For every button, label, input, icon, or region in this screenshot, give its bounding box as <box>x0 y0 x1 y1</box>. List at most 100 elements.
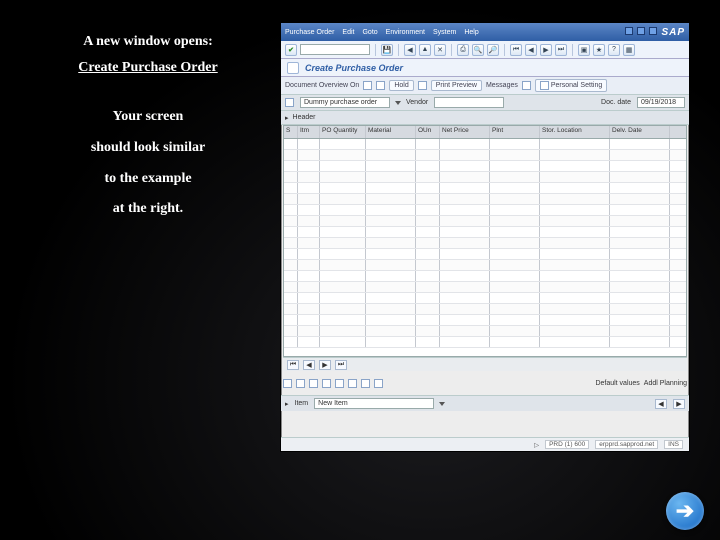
table-row[interactable] <box>284 326 686 337</box>
table-cell[interactable] <box>540 205 610 215</box>
col-storloc[interactable]: Stor. Location <box>540 126 610 138</box>
new-session-icon[interactable]: ▣ <box>578 44 590 56</box>
find-icon[interactable]: 🔍 <box>472 44 484 56</box>
table-cell[interactable] <box>540 304 610 314</box>
status-nav-icon[interactable]: ▷ <box>534 441 539 449</box>
info-icon[interactable] <box>522 81 531 90</box>
table-cell[interactable] <box>440 282 490 292</box>
table-row[interactable] <box>284 293 686 304</box>
table-cell[interactable] <box>284 304 298 314</box>
table-row[interactable] <box>284 282 686 293</box>
table-cell[interactable] <box>440 227 490 237</box>
table-cell[interactable] <box>490 216 540 226</box>
table-cell[interactable] <box>366 304 416 314</box>
table-row[interactable] <box>284 172 686 183</box>
table-cell[interactable] <box>320 282 366 292</box>
delete-icon[interactable] <box>322 379 331 388</box>
table-cell[interactable] <box>366 194 416 204</box>
table-cell[interactable] <box>298 183 320 193</box>
table-cell[interactable] <box>416 304 440 314</box>
hold-button[interactable]: Hold <box>389 80 413 91</box>
table-cell[interactable] <box>490 238 540 248</box>
table-cell[interactable] <box>284 326 298 336</box>
table-row[interactable] <box>284 161 686 172</box>
table-cell[interactable] <box>610 238 670 248</box>
table-cell[interactable] <box>610 326 670 336</box>
table-cell[interactable] <box>284 293 298 303</box>
table-cell[interactable] <box>440 172 490 182</box>
table-cell[interactable] <box>610 161 670 171</box>
table-cell[interactable] <box>490 205 540 215</box>
table-cell[interactable] <box>416 271 440 281</box>
copy-icon[interactable] <box>309 379 318 388</box>
table-cell[interactable] <box>490 282 540 292</box>
col-qty[interactable]: PO Quantity <box>320 126 366 138</box>
expand-header-icon[interactable]: ▸ <box>285 114 289 122</box>
save-icon[interactable]: 💾 <box>381 44 393 56</box>
table-cell[interactable] <box>298 293 320 303</box>
print-icon[interactable]: ⎙ <box>457 44 469 56</box>
table-cell[interactable] <box>440 183 490 193</box>
table-cell[interactable] <box>416 161 440 171</box>
table-cell[interactable] <box>610 260 670 270</box>
table-cell[interactable] <box>416 282 440 292</box>
table-cell[interactable] <box>284 161 298 171</box>
menu-edit[interactable]: Edit <box>342 29 354 36</box>
table-cell[interactable] <box>540 326 610 336</box>
table-cell[interactable] <box>320 150 366 160</box>
table-cell[interactable] <box>490 337 540 347</box>
find-next-icon[interactable]: 🔎 <box>487 44 499 56</box>
table-cell[interactable] <box>298 194 320 204</box>
table-cell[interactable] <box>416 183 440 193</box>
table-cell[interactable] <box>320 216 366 226</box>
lock-icon[interactable] <box>335 379 344 388</box>
item-prev-icon[interactable]: ◀ <box>655 399 667 409</box>
table-cell[interactable] <box>540 172 610 182</box>
menu-environment[interactable]: Environment <box>386 29 425 36</box>
table-cell[interactable] <box>610 172 670 182</box>
table-cell[interactable] <box>284 205 298 215</box>
table-cell[interactable] <box>416 337 440 347</box>
table-cell[interactable] <box>366 238 416 248</box>
table-cell[interactable] <box>440 260 490 270</box>
table-cell[interactable] <box>284 238 298 248</box>
col-material[interactable]: Material <box>366 126 416 138</box>
grid-last-icon[interactable]: ⏭ <box>335 360 347 370</box>
print-preview-button[interactable]: Print Preview <box>431 80 482 91</box>
addl-planning-button[interactable]: Addl Planning <box>644 380 687 387</box>
help-icon[interactable]: ? <box>608 44 620 56</box>
table-row[interactable] <box>284 183 686 194</box>
table-cell[interactable] <box>320 315 366 325</box>
table-cell[interactable] <box>284 337 298 347</box>
table-cell[interactable] <box>490 194 540 204</box>
table-cell[interactable] <box>298 172 320 182</box>
table-row[interactable] <box>284 315 686 326</box>
table-cell[interactable] <box>284 172 298 182</box>
table-cell[interactable] <box>490 183 540 193</box>
table-cell[interactable] <box>440 337 490 347</box>
table-cell[interactable] <box>610 183 670 193</box>
deselect-all-icon[interactable] <box>296 379 305 388</box>
table-cell[interactable] <box>284 249 298 259</box>
table-cell[interactable] <box>366 337 416 347</box>
col-item[interactable]: Itm <box>298 126 320 138</box>
table-cell[interactable] <box>366 150 416 160</box>
table-cell[interactable] <box>416 216 440 226</box>
table-cell[interactable] <box>610 150 670 160</box>
table-cell[interactable] <box>284 216 298 226</box>
table-cell[interactable] <box>320 183 366 193</box>
table-cell[interactable] <box>416 293 440 303</box>
table-cell[interactable] <box>540 271 610 281</box>
table-cell[interactable] <box>540 216 610 226</box>
table-cell[interactable] <box>366 172 416 182</box>
table-cell[interactable] <box>490 326 540 336</box>
grid-first-icon[interactable]: ⏮ <box>287 360 299 370</box>
table-cell[interactable] <box>490 150 540 160</box>
table-cell[interactable] <box>490 304 540 314</box>
table-cell[interactable] <box>416 260 440 270</box>
table-cell[interactable] <box>366 205 416 215</box>
table-cell[interactable] <box>320 293 366 303</box>
table-cell[interactable] <box>540 337 610 347</box>
table-cell[interactable] <box>440 216 490 226</box>
table-row[interactable] <box>284 227 686 238</box>
